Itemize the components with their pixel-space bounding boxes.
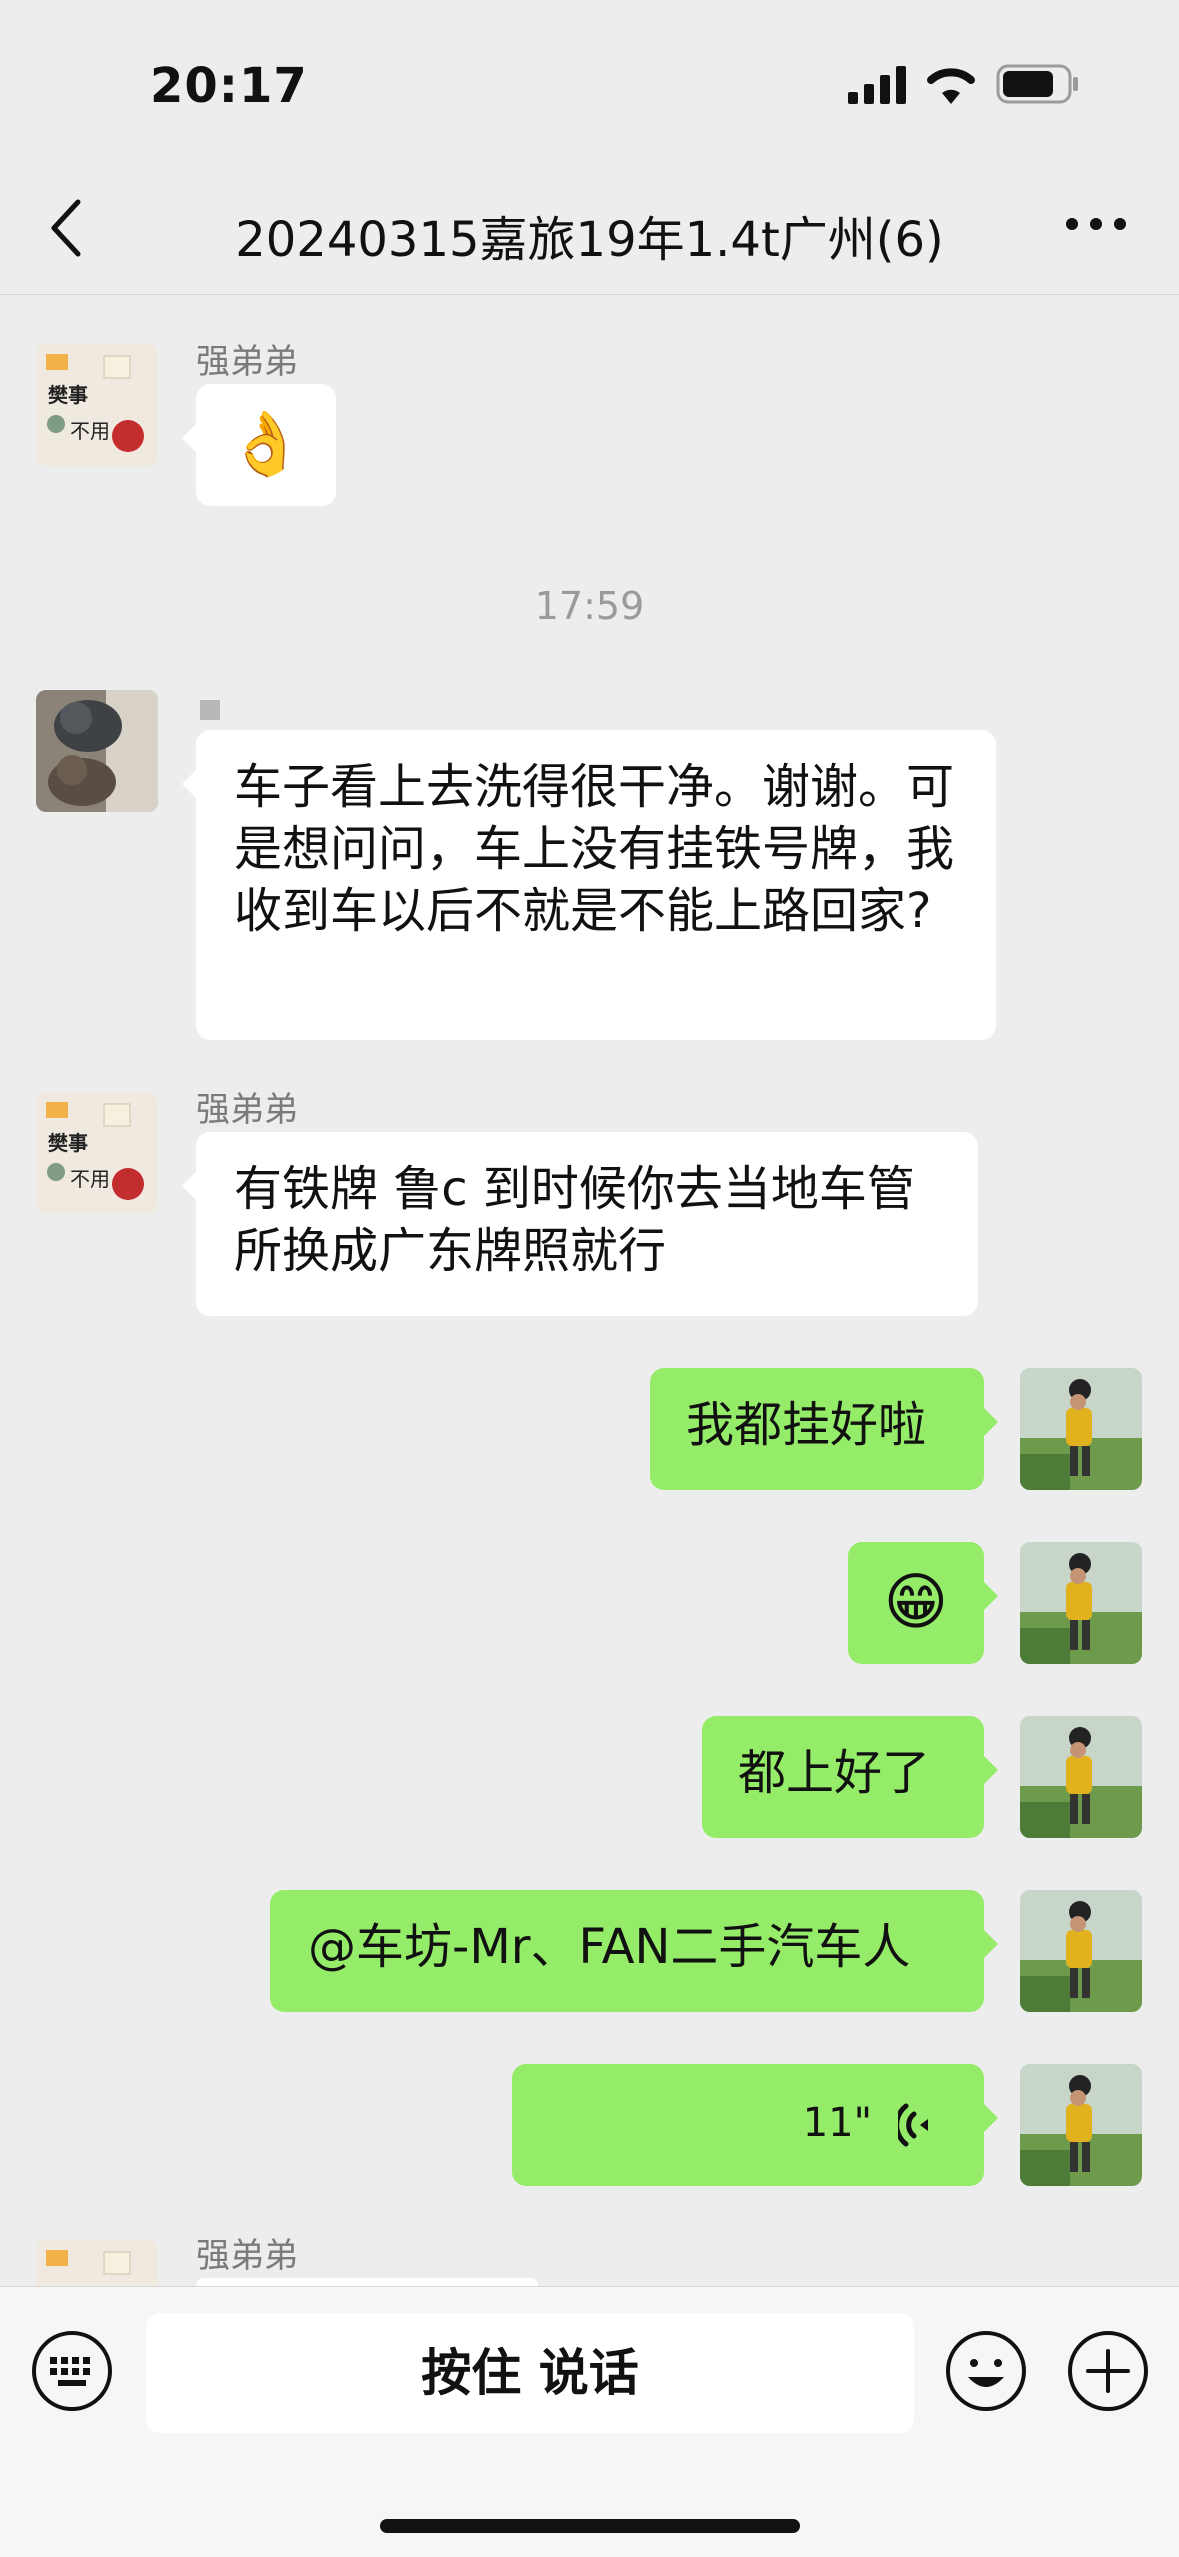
emoji-icon[interactable] bbox=[944, 2329, 1028, 2413]
status-bar: 20:17 bbox=[0, 0, 1179, 170]
avatar[interactable] bbox=[1020, 2064, 1142, 2186]
voice-message[interactable]: 11" bbox=[512, 2064, 998, 2186]
message-bubble[interactable]: 😁 bbox=[848, 1542, 998, 1664]
more-icon[interactable] bbox=[1064, 214, 1128, 234]
message-bubble[interactable]: 👌 bbox=[182, 384, 336, 506]
home-indicator bbox=[380, 2519, 800, 2533]
hold-to-talk-button[interactable]: 按住 说话 bbox=[146, 2313, 914, 2433]
message-text: 车子看上去洗得很干净。谢谢。可是想问问，车上没有挂铁号牌，我收到车以后不就是不能… bbox=[234, 759, 955, 939]
avatar[interactable] bbox=[1020, 1542, 1142, 1664]
message-text: 都上好了 bbox=[738, 1745, 931, 1801]
status-time: 20:17 bbox=[150, 58, 308, 114]
message-text: 有铁牌 鲁c 到时候你去当地车管所换成广东牌照就行 bbox=[234, 1161, 915, 1279]
sender-name: 强弟弟 bbox=[196, 342, 298, 382]
svg-text:樊事: 樊事 bbox=[48, 383, 88, 407]
message-bubble[interactable]: 车子看上去洗得很干净。谢谢。可是想问问，车上没有挂铁号牌，我收到车以后不就是不能… bbox=[182, 730, 996, 1040]
message-bubble[interactable]: 都上好了 bbox=[702, 1716, 998, 1838]
cellular-signal-icon bbox=[848, 66, 906, 104]
avatar[interactable] bbox=[36, 690, 158, 812]
svg-text:樊事: 樊事 bbox=[48, 1131, 88, 1155]
avatar[interactable] bbox=[36, 2240, 158, 2286]
avatar[interactable] bbox=[1020, 1368, 1142, 1490]
avatar[interactable]: 樊事 不用 bbox=[36, 344, 158, 466]
sender-name-placeholder bbox=[200, 700, 220, 720]
input-bar: 按住 说话 bbox=[0, 2286, 1179, 2557]
sender-name: 强弟弟 bbox=[196, 1090, 298, 1130]
message-text: 我都挂好啦 bbox=[686, 1397, 927, 1453]
svg-text:不用: 不用 bbox=[70, 419, 110, 443]
chevron-left-icon[interactable] bbox=[44, 196, 88, 260]
battery-icon bbox=[996, 64, 1078, 104]
message-bubble[interactable]: @车坊-Mr、FAN二手汽车人 bbox=[270, 1890, 998, 2012]
svg-text:不用: 不用 bbox=[70, 1167, 110, 1191]
wifi-icon bbox=[927, 68, 975, 104]
ok-hand-emoji: 👌 bbox=[227, 407, 305, 480]
chat-header: 20240315嘉旅19年1.4t广州(6) bbox=[0, 170, 1179, 295]
grin-emoji: 😁 bbox=[883, 1565, 949, 1638]
avatar[interactable] bbox=[1020, 1890, 1142, 2012]
message-text: @车坊-Mr、FAN二手汽车人 bbox=[308, 1919, 911, 1975]
voice-wave-icon bbox=[898, 2103, 928, 2147]
avatar[interactable]: 樊事 不用 bbox=[36, 1092, 158, 1214]
avatar[interactable] bbox=[1020, 1716, 1142, 1838]
sender-name: 强弟弟 bbox=[196, 2236, 298, 2276]
message-bubble[interactable]: 我都挂好啦 bbox=[650, 1368, 998, 1490]
message-bubble[interactable]: 有铁牌 鲁c 到时候你去当地车管所换成广东牌照就行 bbox=[182, 1132, 978, 1316]
keyboard-icon[interactable] bbox=[30, 2329, 114, 2413]
message-bubble-partial[interactable] bbox=[196, 2278, 538, 2286]
voice-duration: 11" bbox=[802, 2100, 872, 2146]
timestamp: 17:59 bbox=[534, 584, 645, 628]
plus-icon[interactable] bbox=[1066, 2329, 1150, 2413]
chat-title: 20240315嘉旅19年1.4t广州(6) bbox=[235, 212, 944, 268]
